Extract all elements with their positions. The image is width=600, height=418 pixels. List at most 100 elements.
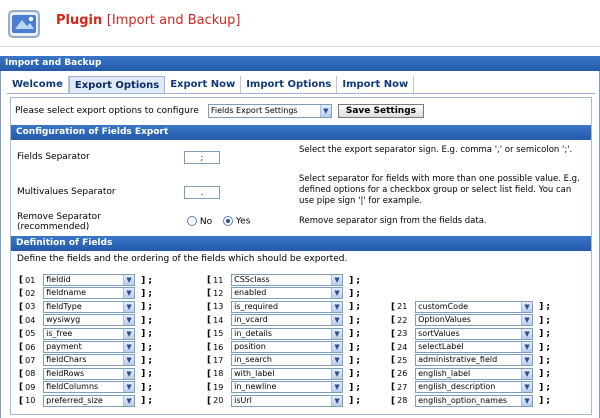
- field-order-select[interactable]: wysiwyg ▼: [43, 314, 136, 327]
- field-order-number: 28: [397, 396, 408, 406]
- field-order-select[interactable]: fieldRows ▼: [43, 367, 136, 380]
- multivalues-separator-label: Multivalues Separator: [17, 187, 116, 197]
- field-order-select[interactable]: in_details ▼: [231, 327, 344, 340]
- field-order-select[interactable]: in_search ▼: [231, 354, 344, 367]
- field-order-item: [01 fieldid ▼] ;: [19, 274, 152, 286]
- field-order-select[interactable]: english_option_names ▼: [415, 394, 534, 407]
- field-order-number: 11: [213, 275, 224, 285]
- field-order-select-value: customCode: [418, 301, 469, 311]
- field-order-select[interactable]: fieldColumns ▼: [43, 381, 136, 394]
- field-order-select-value: fieldname: [46, 288, 87, 298]
- field-order-select-value: english_option_names: [418, 395, 508, 405]
- field-order-select-value: fieldColumns: [46, 382, 99, 392]
- close-bracket: ] ;: [349, 355, 360, 366]
- field-order-select[interactable]: english_description ▼: [415, 381, 534, 394]
- field-order-number: 05: [25, 329, 36, 339]
- field-order-select-value: is_required: [234, 301, 279, 311]
- field-order-select[interactable]: enabled ▼: [231, 287, 344, 300]
- chevron-down-icon: ▼: [123, 301, 135, 312]
- field-order-item: [19 in_newline ▼] ;: [207, 381, 360, 394]
- chevron-down-icon: ▼: [123, 395, 135, 406]
- field-order-number: 18: [213, 369, 224, 379]
- fields-separator-row: Fields Separator ; Select the export sep…: [11, 145, 591, 171]
- options-select[interactable]: Fields Export Settings ▼: [207, 104, 332, 118]
- close-bracket: ] ;: [141, 369, 152, 380]
- field-order-select-value: payment: [46, 342, 82, 351]
- close-bracket: ] ;: [141, 302, 152, 313]
- tab-import-options[interactable]: Import Options: [241, 76, 338, 94]
- close-bracket: ] ;: [349, 275, 360, 286]
- chevron-down-icon: ▼: [123, 368, 135, 379]
- field-order-select-value: preferred_size: [46, 395, 103, 405]
- field-order-select[interactable]: payment ▼: [43, 341, 136, 353]
- plugin-logo-icon: [6, 5, 44, 43]
- field-order-number: 02: [25, 288, 36, 298]
- close-bracket: ] ;: [349, 396, 360, 407]
- field-order-number: 22: [397, 315, 408, 325]
- field-order-select[interactable]: administrative_field ▼: [415, 354, 534, 367]
- field-order-select-value: OptionValues: [418, 315, 471, 325]
- field-order-select[interactable]: customCode ▼: [415, 300, 534, 313]
- field-order-select[interactable]: CSSclass ▼: [231, 274, 344, 286]
- multivalues-separator-input[interactable]: .: [184, 186, 220, 199]
- field-order-number: 24: [397, 342, 408, 352]
- tab-import-now[interactable]: Import Now: [337, 76, 415, 94]
- field-order-select-value: selectLabel: [418, 342, 464, 351]
- field-order-select[interactable]: fieldChars ▼: [43, 354, 136, 367]
- field-order-select[interactable]: sortValues ▼: [415, 327, 534, 340]
- field-order-number: 19: [213, 382, 224, 392]
- field-order-number: 23: [397, 329, 408, 339]
- close-bracket: ] ;: [141, 315, 152, 326]
- chevron-down-icon: ▼: [521, 342, 533, 352]
- remove-separator-no-label: No: [199, 216, 213, 227]
- fields-separator-input[interactable]: ;: [184, 151, 220, 164]
- close-bracket: ] ;: [539, 315, 550, 326]
- chevron-down-icon: ▼: [331, 342, 343, 352]
- field-order-select[interactable]: OptionValues ▼: [415, 314, 534, 327]
- field-order-select-value: is_free: [46, 328, 73, 338]
- field-order-select[interactable]: fieldType ▼: [43, 300, 136, 313]
- chevron-down-icon: ▼: [331, 315, 343, 326]
- remove-separator-yes-radio[interactable]: [223, 216, 233, 226]
- field-order-item: [13 is_required ▼] ;: [207, 300, 360, 313]
- remove-separator-no-radio[interactable]: [187, 216, 197, 226]
- fields-separator-desc: Select the export separator sign. E.g. c…: [299, 145, 573, 155]
- field-order-select[interactable]: preferred_size ▼: [43, 394, 136, 407]
- field-order-select-value: enabled: [234, 288, 267, 298]
- field-order-select[interactable]: position ▼: [231, 341, 344, 353]
- field-order-select[interactable]: isUrl ▼: [231, 394, 344, 407]
- field-order-number: 09: [25, 382, 36, 392]
- tab-export-now[interactable]: Export Now: [165, 76, 242, 94]
- field-order-select-value: position: [234, 342, 266, 351]
- close-bracket: ] ;: [539, 369, 550, 380]
- tab-welcome[interactable]: Welcome: [7, 76, 69, 94]
- chevron-down-icon: ▼: [123, 288, 135, 299]
- close-bracket: ] ;: [349, 369, 360, 380]
- field-order-select[interactable]: is_required ▼: [231, 300, 344, 313]
- field-order-number: 17: [213, 355, 224, 365]
- chevron-down-icon: ▼: [319, 105, 331, 117]
- field-order-item: [02 fieldname ▼] ;: [19, 287, 152, 300]
- field-order-select[interactable]: in_newline ▼: [231, 381, 344, 394]
- field-order-select[interactable]: english_label ▼: [415, 367, 534, 380]
- page-title-sub: [Import and Backup]: [106, 13, 241, 28]
- field-order-select-value: with_label: [234, 368, 275, 378]
- field-order-number: 27: [397, 382, 408, 392]
- field-order-select[interactable]: with_label ▼: [231, 367, 344, 380]
- field-order-item: [16 position ▼] ;: [207, 341, 360, 353]
- tab-bar: Welcome Export Options Export Now Import…: [7, 76, 415, 94]
- field-order-item: [14 in_vcard ▼] ;: [207, 314, 360, 327]
- field-order-item: [27 english_description ▼] ;: [391, 381, 550, 394]
- field-order-number: 21: [397, 302, 408, 312]
- field-order-select-value: CSSclass: [234, 275, 270, 284]
- page-header: Plugin [Import and Backup]: [0, 0, 600, 50]
- field-order-select[interactable]: fieldname ▼: [43, 287, 136, 300]
- field-order-select[interactable]: in_vcard ▼: [231, 314, 344, 327]
- save-settings-button[interactable]: Save Settings: [337, 104, 425, 118]
- close-bracket: ] ;: [349, 329, 360, 340]
- field-order-select[interactable]: is_free ▼: [43, 327, 136, 340]
- tab-content: Please select export options to configur…: [10, 97, 592, 415]
- tab-export-options[interactable]: Export Options: [68, 76, 166, 94]
- field-order-select[interactable]: selectLabel ▼: [415, 341, 534, 353]
- field-order-select[interactable]: fieldid ▼: [43, 274, 136, 286]
